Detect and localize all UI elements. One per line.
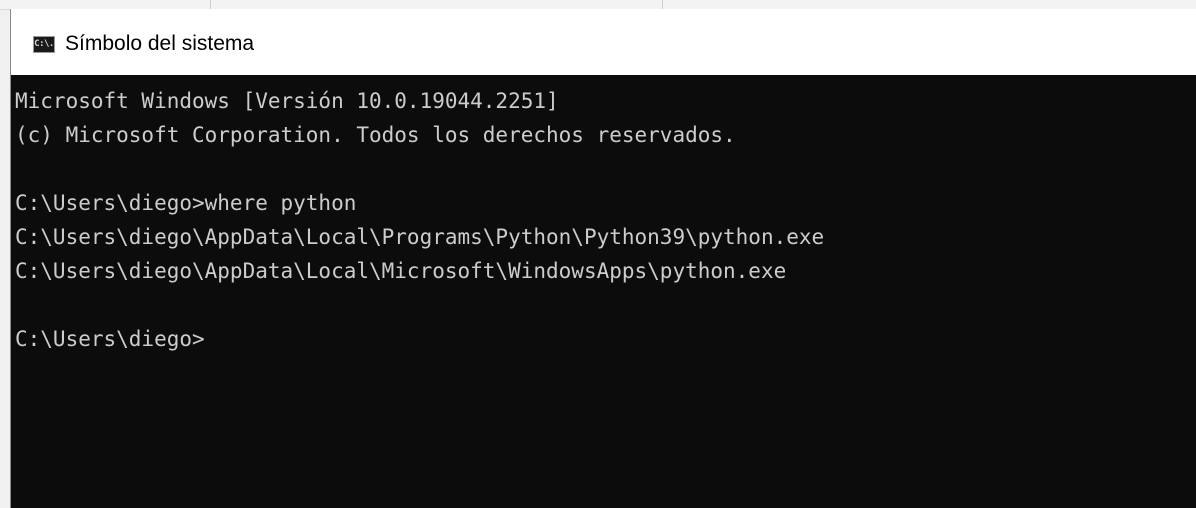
title-bar[interactable]: C:\. Símbolo del sistema (11, 9, 1196, 75)
console-line: Microsoft Windows [Versión 10.0.19044.22… (15, 89, 559, 113)
cmd-icon-glyph: C:\. (34, 39, 54, 49)
console-line: (c) Microsoft Corporation. Todos los der… (15, 123, 736, 147)
console-line: C:\Users\diego>where python (15, 191, 357, 215)
command-prompt-window[interactable]: C:\. Símbolo del sistema Microsoft Windo… (10, 9, 1196, 508)
command-prompt-line[interactable]: C:\Users\diego> (15, 322, 1196, 356)
console-output[interactable]: Microsoft Windows [Versión 10.0.19044.22… (11, 75, 1196, 508)
window-title: Símbolo del sistema (65, 32, 255, 55)
console-line: C:\Users\diego\AppData\Local\Microsoft\W… (15, 259, 787, 283)
console-line: C:\Users\diego\AppData\Local\Programs\Py… (15, 225, 825, 249)
cmd-icon[interactable]: C:\. (33, 36, 55, 53)
desktop: C:\. Símbolo del sistema Microsoft Windo… (0, 0, 1196, 508)
